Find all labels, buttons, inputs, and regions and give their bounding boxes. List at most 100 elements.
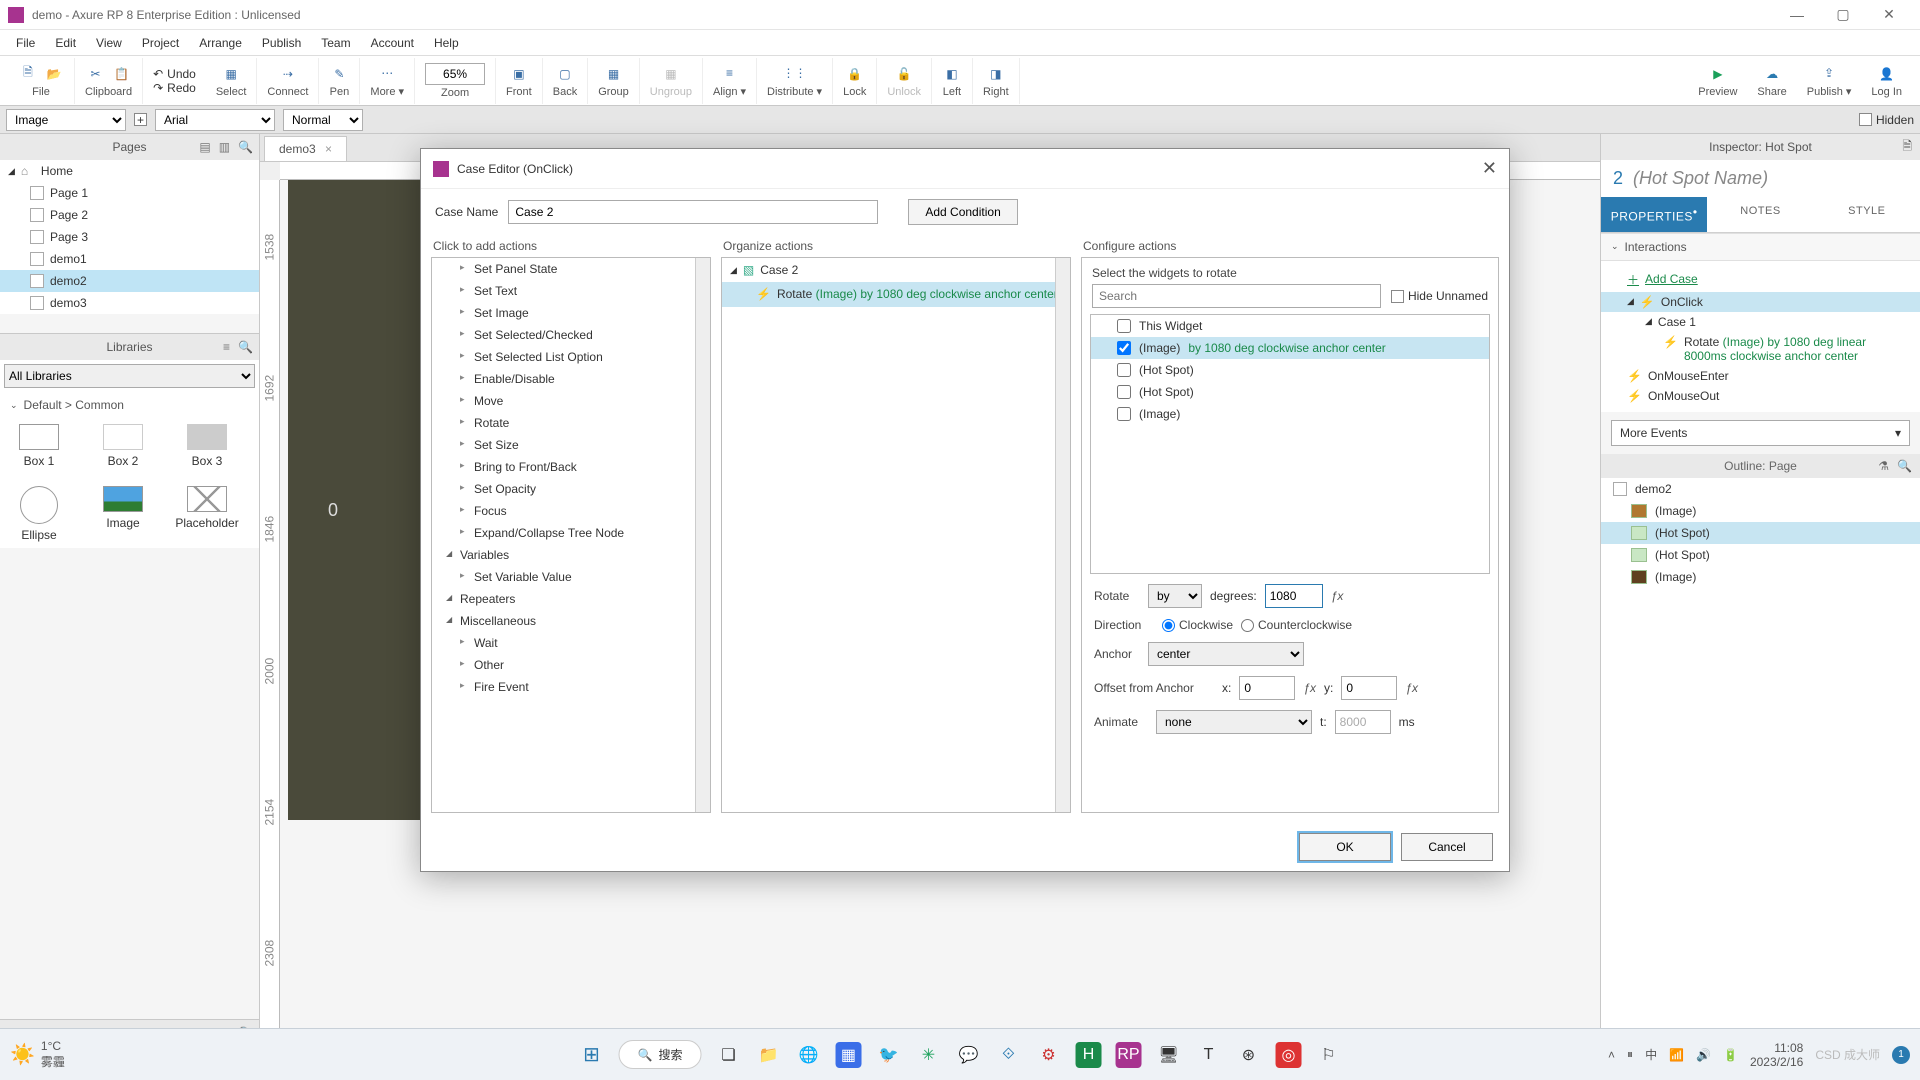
filter-icon[interactable]: ⚗ bbox=[1878, 459, 1889, 473]
toolbar-file[interactable]: 🗎📂 File bbox=[8, 58, 75, 104]
toolbar-pen[interactable]: ✎Pen bbox=[319, 58, 360, 104]
widget-checkbox[interactable] bbox=[1117, 319, 1131, 333]
axure-icon[interactable]: RP bbox=[1115, 1042, 1141, 1068]
edge-icon[interactable]: 🌐 bbox=[795, 1042, 821, 1068]
toolbar-lock[interactable]: 🔒Lock bbox=[833, 58, 877, 104]
widget-box3[interactable]: Box 3 bbox=[174, 424, 240, 468]
app-icon-8[interactable]: ⊛ bbox=[1235, 1042, 1261, 1068]
case-1-action[interactable]: ⚡Rotate (Image) by 1080 deg linear 8000m… bbox=[1601, 332, 1920, 366]
offset-x-input[interactable] bbox=[1239, 676, 1295, 700]
widget-row[interactable]: (Image) by 1080 deg clockwise anchor cen… bbox=[1091, 337, 1489, 359]
toolbar-clipboard[interactable]: ✂📋 Clipboard bbox=[75, 58, 143, 104]
font-style-select[interactable]: Normal bbox=[283, 109, 363, 131]
widget-search-input[interactable] bbox=[1092, 284, 1381, 308]
widget-checkbox[interactable] bbox=[1117, 341, 1131, 355]
widget-checkbox[interactable] bbox=[1117, 363, 1131, 377]
shape-add-button[interactable]: + bbox=[134, 113, 147, 126]
menu-icon[interactable]: ≡ bbox=[223, 340, 230, 354]
widget-box2[interactable]: Box 2 bbox=[90, 424, 156, 468]
search-icon[interactable]: 🔍 bbox=[1897, 459, 1912, 473]
pages-item-home[interactable]: ◢⌂Home bbox=[0, 160, 259, 182]
toolbar-select[interactable]: ▦Select bbox=[206, 58, 258, 104]
widget-checkbox[interactable] bbox=[1117, 385, 1131, 399]
fx-button[interactable]: ƒx bbox=[1303, 681, 1316, 695]
action-other[interactable]: Other bbox=[432, 654, 710, 676]
action-set-image[interactable]: Set Image bbox=[432, 302, 710, 324]
menu-file[interactable]: File bbox=[6, 32, 45, 54]
page-add-icon[interactable]: ▤ bbox=[199, 140, 210, 154]
outline-row-image1[interactable]: (Image) bbox=[1601, 500, 1920, 522]
event-onmouseenter[interactable]: ⚡OnMouseEnter bbox=[1601, 366, 1920, 386]
app-icon-4[interactable]: ⚙ bbox=[1035, 1042, 1061, 1068]
search-icon[interactable]: 🔍 bbox=[238, 340, 253, 354]
toolbar-back[interactable]: ▢Back bbox=[543, 58, 588, 104]
pages-item-page1[interactable]: Page 1 bbox=[0, 182, 259, 204]
notification-icon[interactable]: 1 bbox=[1892, 1046, 1910, 1064]
fx-button[interactable]: ƒx bbox=[1405, 681, 1418, 695]
dialog-close-button[interactable]: ✕ bbox=[1482, 158, 1497, 179]
toolbar-distribute[interactable]: ⋮⋮Distribute ▾ bbox=[757, 58, 833, 104]
cancel-button[interactable]: Cancel bbox=[1401, 833, 1493, 861]
ok-button[interactable]: OK bbox=[1299, 833, 1391, 861]
anchor-select[interactable]: center bbox=[1148, 642, 1304, 666]
outline-row-demo2[interactable]: demo2 bbox=[1601, 478, 1920, 500]
app-icon-6[interactable]: 🖥 bbox=[1155, 1042, 1181, 1068]
action-fire-event[interactable]: Fire Event bbox=[432, 676, 710, 698]
ime-icon[interactable]: 中 bbox=[1645, 1046, 1657, 1063]
organize-case2[interactable]: ◢▧Case 2 bbox=[722, 258, 1070, 282]
menu-edit[interactable]: Edit bbox=[45, 32, 86, 54]
canvas-tab-demo3[interactable]: demo3 × bbox=[264, 136, 347, 161]
tab-notes[interactable]: NOTES bbox=[1707, 197, 1813, 232]
widget-row[interactable]: (Hot Spot) bbox=[1091, 359, 1489, 381]
interactions-section-header[interactable]: ⌄Interactions bbox=[1601, 233, 1920, 261]
inspector-note-icon[interactable]: 🗎 bbox=[1902, 137, 1912, 158]
event-onclick[interactable]: ◢⚡OnClick bbox=[1601, 292, 1920, 312]
font-select[interactable]: Arial bbox=[155, 109, 275, 131]
outline-row-hotspot1[interactable]: (Hot Spot) bbox=[1601, 522, 1920, 544]
widget-ellipse[interactable]: Ellipse bbox=[6, 486, 72, 542]
action-set-selected-list-option[interactable]: Set Selected List Option bbox=[432, 346, 710, 368]
menu-project[interactable]: Project bbox=[132, 32, 189, 54]
menu-help[interactable]: Help bbox=[424, 32, 469, 54]
hidden-checkbox[interactable]: Hidden bbox=[1859, 113, 1914, 127]
widget-box1[interactable]: Box 1 bbox=[6, 424, 72, 468]
undo-button[interactable]: ↶Undo bbox=[153, 67, 196, 81]
pages-item-demo3[interactable]: demo3 bbox=[0, 292, 259, 314]
page-folder-icon[interactable]: ▥ bbox=[219, 140, 230, 154]
animate-duration-input[interactable] bbox=[1335, 710, 1391, 734]
fx-button[interactable]: ƒx bbox=[1331, 589, 1344, 603]
toolbar-share[interactable]: ☁Share bbox=[1747, 58, 1796, 104]
toolbar-right[interactable]: ◨Right bbox=[973, 58, 1020, 104]
action-set-panel-state[interactable]: Set Panel State bbox=[432, 258, 710, 280]
pages-item-page3[interactable]: Page 3 bbox=[0, 226, 259, 248]
pages-item-demo1[interactable]: demo1 bbox=[0, 248, 259, 270]
menu-view[interactable]: View bbox=[86, 32, 132, 54]
menu-account[interactable]: Account bbox=[361, 32, 424, 54]
widget-name-input[interactable] bbox=[1633, 168, 1908, 189]
toolbar-align[interactable]: ≡Align ▾ bbox=[703, 58, 757, 104]
pages-item-demo2[interactable]: demo2 bbox=[0, 270, 259, 292]
toolbar-ungroup[interactable]: ▦Ungroup bbox=[640, 58, 703, 104]
vscode-icon[interactable]: ⟐ bbox=[995, 1042, 1021, 1068]
more-events-dropdown[interactable]: More Events▾ bbox=[1611, 420, 1910, 446]
widget-checkbox[interactable] bbox=[1117, 407, 1131, 421]
search-icon[interactable]: 🔍 bbox=[238, 140, 253, 154]
action-rotate[interactable]: Rotate bbox=[432, 412, 710, 434]
action-variables[interactable]: Variables bbox=[432, 544, 710, 566]
library-group[interactable]: ⌄Default > Common bbox=[0, 392, 259, 418]
library-select[interactable]: All Libraries bbox=[4, 364, 255, 388]
toolbar-left[interactable]: ◧Left bbox=[932, 58, 973, 104]
case-1[interactable]: ◢Case 1 bbox=[1601, 312, 1920, 332]
tab-style[interactable]: STYLE bbox=[1814, 197, 1920, 232]
hide-unnamed-checkbox[interactable]: Hide Unnamed bbox=[1391, 289, 1488, 303]
toolbar-front[interactable]: ▣Front bbox=[496, 58, 543, 104]
app-icon-10[interactable]: ⚐ bbox=[1315, 1042, 1341, 1068]
maximize-button[interactable]: ▢ bbox=[1820, 6, 1866, 23]
wechat-icon[interactable]: 💬 bbox=[955, 1042, 981, 1068]
start-button[interactable]: ⊞ bbox=[579, 1042, 605, 1068]
outline-row-hotspot2[interactable]: (Hot Spot) bbox=[1601, 544, 1920, 566]
action-set-selected-checked[interactable]: Set Selected/Checked bbox=[432, 324, 710, 346]
counterclockwise-radio[interactable]: Counterclockwise bbox=[1241, 618, 1352, 632]
animate-select[interactable]: none bbox=[1156, 710, 1312, 734]
redo-button[interactable]: ↷Redo bbox=[153, 81, 196, 95]
